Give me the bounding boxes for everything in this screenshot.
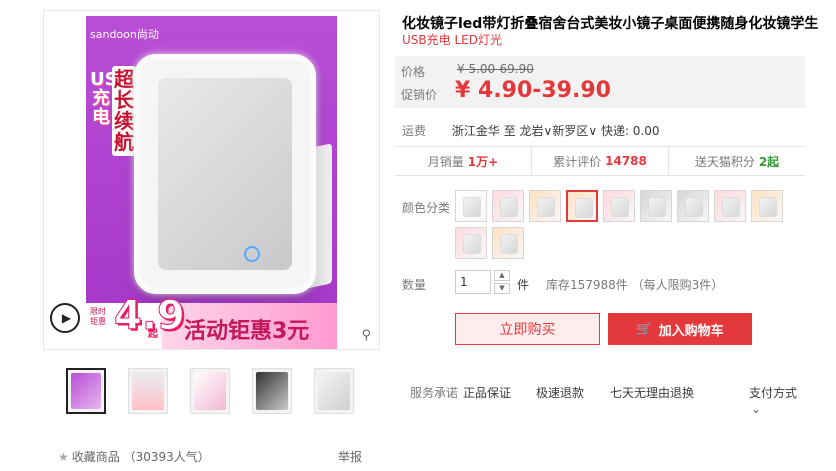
color-swatch-4[interactable] xyxy=(566,190,598,222)
color-label: 颜色分类 xyxy=(402,201,451,215)
sales-stats: 月销量 1万+ 累计评价 14788 送天猫积分 2起 xyxy=(395,146,805,176)
points-label: 送天猫积分 xyxy=(694,154,755,169)
original-price-label: 价格 xyxy=(401,65,426,79)
long-battery-text: 超长续航 xyxy=(112,66,136,156)
monthly-sales: 月销量 1万+ xyxy=(395,147,532,175)
ship-from: 浙江金华 xyxy=(451,124,500,138)
shipping-cost: 快递: 0.00 xyxy=(600,124,660,138)
thumbnail-1[interactable] xyxy=(66,368,106,414)
color-swatch-5[interactable] xyxy=(603,190,635,222)
event-discount-text: 活动钜惠3元 xyxy=(184,319,310,344)
swatch-thumbnail xyxy=(463,197,481,217)
promo-banner: 限时钜惠 4.9 起 活动钜惠3元 xyxy=(86,293,337,349)
chevron-down-icon[interactable]: ⌄ xyxy=(751,402,761,416)
service-item-fast-refund[interactable]: 极速退款 xyxy=(536,384,584,401)
swatch-thumbnail xyxy=(722,197,740,217)
popularity-count: （30393人气） xyxy=(123,450,210,464)
quantity-increase-icon[interactable]: ▲ xyxy=(494,270,510,281)
thumbnail-5[interactable] xyxy=(314,368,354,414)
promo-price-label: 促销价 xyxy=(401,88,438,102)
color-swatch-10[interactable] xyxy=(455,227,487,259)
buy-now-button[interactable]: 立即购买 xyxy=(455,313,600,345)
payment-methods[interactable]: 支付方式 xyxy=(749,384,797,401)
total-reviews[interactable]: 累计评价 14788 xyxy=(532,147,669,175)
add-to-cart-button[interactable]: 🛒 加入购物车 xyxy=(608,313,752,345)
quantity-unit: 件 xyxy=(517,278,530,292)
quantity-decrease-icon[interactable]: ▼ xyxy=(494,283,510,294)
mirror-glass xyxy=(158,78,292,270)
tmall-points: 送天猫积分 2起 xyxy=(669,147,805,175)
swatch-thumbnail xyxy=(648,197,666,217)
service-item-seven-day-return[interactable]: 七天无理由退换 xyxy=(610,384,694,401)
touch-button-icon xyxy=(244,246,260,262)
swatch-thumbnail xyxy=(500,234,518,254)
color-swatch-6[interactable] xyxy=(640,190,672,222)
swatch-thumbnail xyxy=(463,234,481,254)
original-price: ¥ 5.00-69.90 xyxy=(457,62,534,76)
thumbnail-3[interactable] xyxy=(190,368,230,414)
banner-price-suffix: 起 xyxy=(148,329,158,340)
shipping-label: 运费 xyxy=(402,124,427,138)
product-subtitle: USB充电 LED灯光 xyxy=(402,33,502,47)
thumbnail-2[interactable] xyxy=(128,368,168,414)
zoom-icon[interactable]: ⚲ xyxy=(361,328,371,343)
color-swatch-9[interactable] xyxy=(751,190,783,222)
product-title: 化妆镜子led带灯折叠宿舍台式美妆小镜子桌面便携随身化妆镜学生 xyxy=(402,16,819,32)
mirror-illustration xyxy=(134,54,316,294)
ship-to-word: 至 xyxy=(503,124,516,138)
thumbnail-4[interactable] xyxy=(252,368,292,414)
swatch-thumbnail xyxy=(685,197,703,217)
color-swatch-3[interactable] xyxy=(529,190,561,222)
service-label: 服务承诺 xyxy=(410,386,459,400)
reviews-value: 14788 xyxy=(605,154,647,168)
quantity-label: 数量 xyxy=(402,278,427,292)
price-panel: 价格 ¥ 5.00-69.90 促销价 ¥ 4.90-39.90 xyxy=(395,56,805,108)
reviews-label: 累计评价 xyxy=(553,154,602,169)
product-photo: sandoon尚动 USB充电 超长续航 限时钜惠 4.9 起 活动钜惠3元 xyxy=(86,16,337,349)
ship-destination-select[interactable]: 龙岩∨新罗区∨ xyxy=(520,124,598,138)
color-swatch-11[interactable] xyxy=(492,227,524,259)
promo-price: ¥ 4.90-39.90 xyxy=(455,78,611,103)
quantity-input[interactable] xyxy=(455,270,491,294)
favorite-product[interactable]: ★ 收藏商品 （30393人气） xyxy=(58,448,210,465)
report-link[interactable]: 举报 xyxy=(338,448,362,465)
usb-charge-text: USB充电 xyxy=(90,69,132,128)
brand-logo: sandoon尚动 xyxy=(90,28,159,41)
shipping-row: 运费 浙江金华 至 龙岩∨新罗区∨ 快递: 0.00 xyxy=(402,122,802,139)
add-to-cart-label: 加入购物车 xyxy=(658,323,724,339)
limited-time-text: 限时钜惠 xyxy=(90,307,106,326)
favorite-label: 收藏商品 xyxy=(71,450,120,464)
swatch-thumbnail xyxy=(575,198,593,218)
monthly-sales-value: 1万+ xyxy=(467,154,499,169)
points-value: 2起 xyxy=(758,154,780,169)
color-swatch-8[interactable] xyxy=(714,190,746,222)
swatch-thumbnail xyxy=(759,197,777,217)
service-item-genuine[interactable]: 正品保证 xyxy=(463,384,511,401)
color-swatch-1[interactable] xyxy=(455,190,487,222)
swatch-thumbnail xyxy=(500,197,518,217)
swatch-thumbnail xyxy=(611,197,629,217)
cart-icon: 🛒 xyxy=(636,321,653,337)
color-swatch-2[interactable] xyxy=(492,190,524,222)
swatch-thumbnail xyxy=(537,197,555,217)
main-product-image[interactable]: sandoon尚动 USB充电 超长续航 限时钜惠 4.9 起 活动钜惠3元 ▶… xyxy=(43,10,380,350)
stock-info: 库存157988件 （每人限购3件） xyxy=(546,278,724,292)
play-icon[interactable]: ▶ xyxy=(50,303,80,333)
monthly-sales-label: 月销量 xyxy=(427,154,464,169)
color-swatch-7[interactable] xyxy=(677,190,709,222)
star-icon: ★ xyxy=(58,450,69,464)
